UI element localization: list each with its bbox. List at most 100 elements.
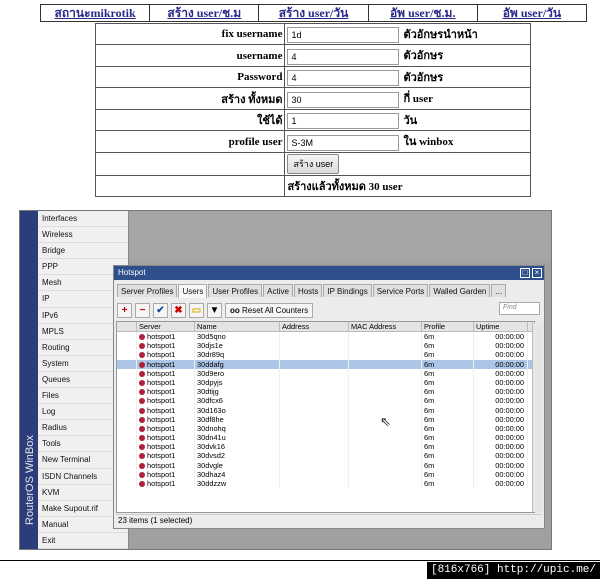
create-count-input[interactable]: 30	[287, 91, 400, 108]
table-row[interactable]: hotspot1 30d163o 6m 00:00:00	[117, 405, 534, 415]
nav-link-status[interactable]: สถานะmikrotik	[41, 5, 151, 21]
hotspot-window: Hotspot □ × Server Profiles Users User Pro…	[113, 265, 545, 529]
cell-profile: 6m	[422, 423, 474, 434]
maximize-icon[interactable]: □	[520, 268, 530, 278]
cell-server: hotspot1	[147, 341, 176, 351]
table-row[interactable]: hotspot1 30djs1e 6m 00:00:00	[117, 341, 534, 351]
nav-link-upload-day[interactable]: อัพ user/วัน	[478, 5, 586, 21]
tab-walled-garden[interactable]: Walled Garden	[429, 284, 491, 297]
col-server[interactable]: Server	[137, 322, 195, 331]
user-icon	[139, 343, 145, 350]
sidebar-item-interfaces[interactable]: Interfaces	[38, 211, 128, 228]
usable-days-label: ใช้ได้	[94, 108, 286, 132]
cell-name: 30dvgle	[195, 460, 280, 470]
cell-profile: 6m	[422, 332, 474, 342]
cell-name: 30ddzzw	[195, 479, 280, 489]
cell-uptime: 00:00:00	[474, 442, 528, 452]
enable-icon[interactable]: ✔	[153, 302, 168, 318]
tab-users[interactable]: Users	[178, 284, 208, 298]
col-name[interactable]: Name	[195, 322, 280, 331]
cell-server: hotspot1	[147, 359, 176, 369]
username-length-input[interactable]: 4	[287, 48, 400, 65]
tab-user-profiles[interactable]: User Profiles	[208, 284, 263, 297]
cell-profile: 6m	[422, 433, 474, 443]
table-row[interactable]: hotspot1 30dhaz4 6m 00:00:00	[117, 469, 534, 479]
hotspot-tabs: Server Profiles Users User Profiles Active H…	[117, 284, 507, 298]
cell-uptime: 00:00:00	[474, 479, 528, 489]
table-row[interactable]: hotspot1 30d5qno 6m 00:00:00	[117, 332, 534, 342]
cell-server: hotspot1	[147, 332, 176, 341]
user-icon	[139, 481, 145, 487]
table-row[interactable]: hotspot1 30dn41u 6m 00:00:00	[117, 433, 534, 443]
profile-user-input[interactable]: S-3M	[287, 134, 400, 151]
hotspot-title: Hotspot	[118, 268, 146, 277]
tab-server-profiles[interactable]: Server Profiles	[117, 284, 178, 297]
user-icon	[139, 379, 145, 386]
table-row[interactable]: hotspot1 30dfcx6 6m 00:00:00	[117, 396, 534, 406]
reset-counters-label: Reset All Counters	[242, 305, 309, 315]
users-table: Server Name Address MAC Address Profile …	[116, 321, 535, 513]
disable-icon[interactable]: ✖	[171, 302, 186, 318]
table-row[interactable]: hotspot1 30dvgle 6m 00:00:00	[117, 460, 534, 470]
cell-name: 30dr89q	[195, 350, 280, 360]
tab--[interactable]: ...	[491, 284, 507, 297]
hotspot-titlebar[interactable]: Hotspot □ ×	[114, 266, 544, 280]
cell-uptime: 00:00:00	[474, 405, 528, 415]
password-label: Password	[94, 65, 286, 89]
password-length-input[interactable]: 4	[287, 70, 400, 87]
table-row[interactable]: hotspot1 30ddafg 6m 00:00:00	[117, 359, 534, 369]
table-row[interactable]: hotspot1 30dnohq 6m 00:00:00	[117, 423, 534, 434]
nav-link-upload-hour[interactable]: อัพ user/ช.ม.	[369, 5, 478, 21]
table-scrollbar[interactable]	[532, 323, 543, 512]
cell-server: hotspot1	[147, 469, 176, 479]
user-icon	[139, 334, 145, 340]
col-mac[interactable]: MAC Address	[349, 322, 422, 331]
cell-uptime: 00:00:00	[474, 469, 528, 479]
filter-icon[interactable]: ▼	[207, 302, 222, 318]
tab-hosts[interactable]: Hosts	[293, 284, 323, 297]
cell-server: hotspot1	[147, 387, 176, 397]
sidebar-item-wireless[interactable]: Wireless	[38, 227, 128, 244]
cell-uptime: 00:00:00	[474, 368, 528, 378]
fix-username-input[interactable]: 1d	[287, 27, 400, 44]
sidebar-item-exit[interactable]: Exit	[38, 533, 128, 549]
cell-profile: 6m	[422, 451, 474, 461]
table-row[interactable]: hotspot1 30ddzzw 6m 00:00:00	[117, 479, 534, 489]
table-row[interactable]: hotspot1 30d9ero 6m 00:00:00	[117, 368, 534, 378]
col-uptime[interactable]: Uptime	[474, 322, 528, 331]
table-row[interactable]: hotspot1 30dvsd2 6m 00:00:00	[117, 451, 534, 461]
table-row[interactable]: hotspot1 30df8he 6m 00:00:00	[117, 414, 534, 424]
cell-server: hotspot1	[147, 405, 176, 415]
comment-icon[interactable]: ▭	[189, 302, 204, 318]
nav-link-create-day[interactable]: สร้าง user/วัน	[259, 5, 369, 21]
tab-active[interactable]: Active	[263, 284, 293, 297]
nav-link-create-hour[interactable]: สร้าง user/ช.ม	[150, 5, 260, 21]
col-address[interactable]: Address	[280, 322, 349, 331]
close-icon[interactable]: ×	[532, 268, 542, 278]
username-label: username	[94, 44, 286, 67]
cell-profile: 6m	[422, 396, 474, 406]
cell-server: hotspot1	[147, 414, 176, 424]
tab-ip-bindings[interactable]: IP Bindings	[323, 284, 372, 297]
cell-profile: 6m	[422, 377, 474, 388]
cell-server: hotspot1	[147, 396, 176, 406]
table-row[interactable]: hotspot1 30dvk16 6m 00:00:00	[117, 442, 534, 452]
table-row[interactable]: hotspot1 30dr89q 6m 00:00:00	[117, 350, 534, 360]
create-user-button[interactable]: สร้าง user	[287, 153, 340, 174]
user-icon	[139, 435, 145, 442]
find-input[interactable]: Find	[499, 302, 540, 315]
table-row[interactable]: hotspot1 30dtijg 6m 00:00:00	[117, 387, 534, 397]
add-icon[interactable]: +	[117, 302, 132, 318]
cell-uptime: 00:00:00	[474, 460, 528, 470]
tab-service-ports[interactable]: Service Ports	[372, 284, 429, 297]
cell-profile: 6m	[422, 479, 474, 489]
remove-icon[interactable]: −	[135, 302, 150, 318]
sidebar-item-bridge[interactable]: Bridge	[38, 243, 128, 260]
reset-counters-button[interactable]: oo Reset All Counters	[225, 302, 314, 318]
cell-server: hotspot1	[147, 377, 176, 387]
table-row[interactable]: hotspot1 30dpyjs 6m 00:00:00	[117, 377, 534, 388]
fix-username-label: fix username	[94, 22, 286, 46]
cell-name: 30dvsd2	[195, 451, 280, 461]
col-profile[interactable]: Profile	[422, 322, 474, 331]
usable-days-input[interactable]: 1	[287, 113, 400, 130]
